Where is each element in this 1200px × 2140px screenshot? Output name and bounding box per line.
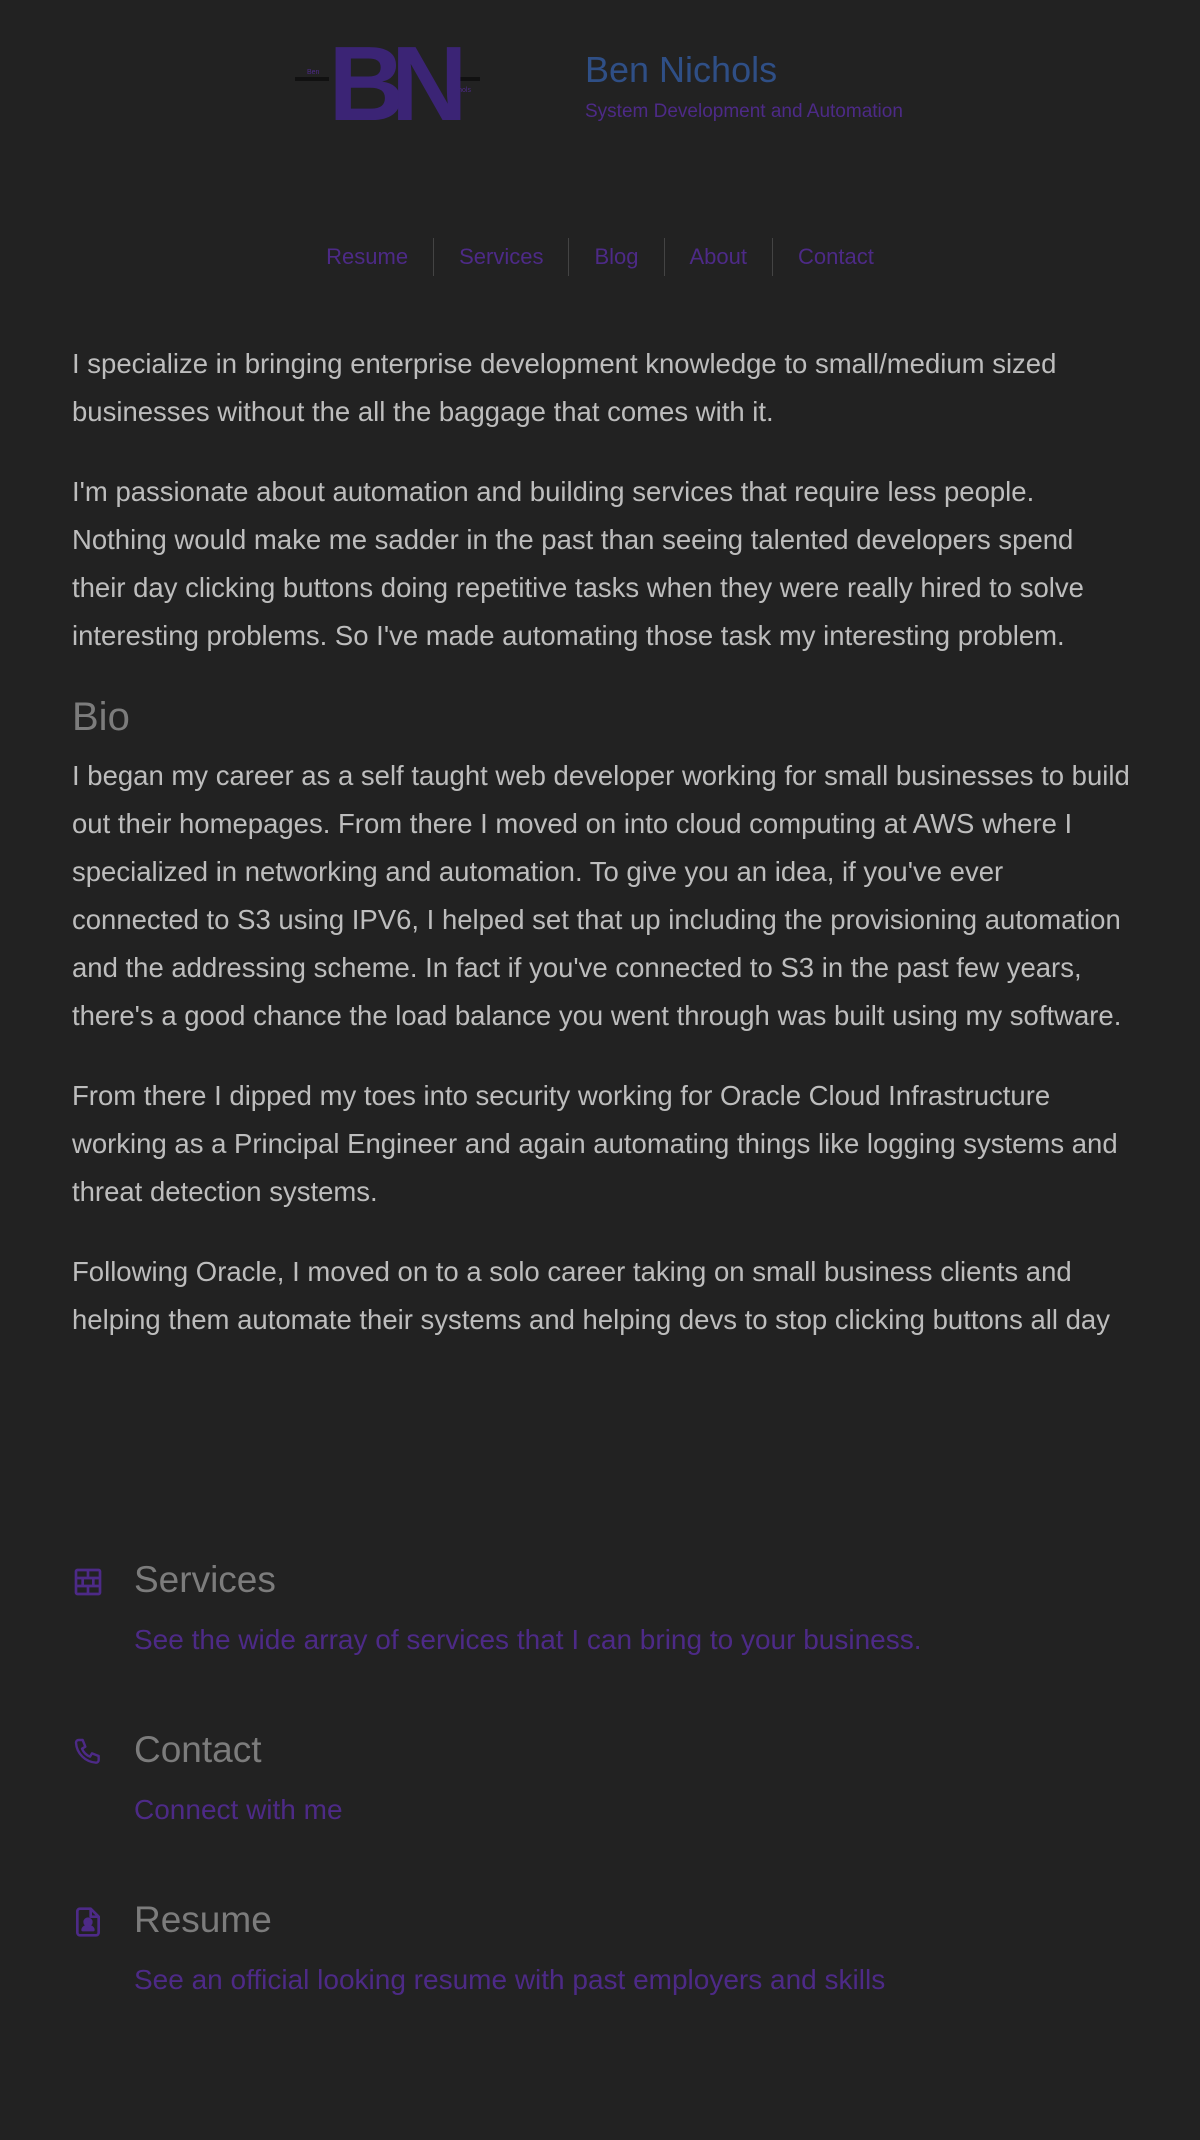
feature-services: Services See the wide array of services …: [72, 1556, 1132, 1726]
bio-paragraph-3: Following Oracle, I moved on to a solo c…: [72, 1256, 1110, 1335]
main-content: I specialize in bringing enterprise deve…: [72, 340, 1132, 1376]
bio-paragraph-1: I began my career as a self taught web d…: [72, 760, 1130, 1031]
nav-contact[interactable]: Contact: [773, 238, 899, 276]
feature-contact-link[interactable]: Connect with me: [134, 1792, 343, 1828]
main-nav: Resume Services Blog About Contact: [0, 238, 1200, 276]
site-header: Ben Nichols BN Ben Nichols System Develo…: [0, 0, 1200, 150]
nav-resume[interactable]: Resume: [301, 238, 433, 276]
feature-contact-title: Contact: [134, 1729, 262, 1770]
feature-resume-title: Resume: [134, 1899, 272, 1940]
logo-small-left: Ben: [307, 69, 320, 76]
file-user-icon: [76, 1907, 100, 1937]
logo[interactable]: Ben Nichols BN: [295, 40, 487, 126]
nav-about[interactable]: About: [665, 238, 773, 276]
intro-paragraph-2: I'm passionate about automation and buil…: [72, 476, 1084, 651]
nav-services[interactable]: Services: [434, 238, 568, 276]
phone-icon: [74, 1738, 100, 1764]
bio-paragraph-2: From there I dipped my toes into securit…: [72, 1080, 1118, 1207]
feature-list: Services See the wide array of services …: [72, 1556, 1132, 2066]
feature-services-title: Services: [134, 1559, 276, 1600]
feature-resume-link[interactable]: See an official looking resume with past…: [134, 1962, 885, 1998]
feature-contact: Contact Connect with me: [72, 1726, 1132, 1896]
logo-text: BN: [328, 40, 461, 126]
feature-services-link[interactable]: See the wide array of services that I ca…: [134, 1622, 922, 1658]
feature-resume: Resume See an official looking resume wi…: [72, 1896, 1132, 2066]
intro-paragraph-1: I specialize in bringing enterprise deve…: [72, 348, 1057, 427]
bio-heading: Bio: [72, 695, 130, 739]
site-title[interactable]: Ben Nichols: [585, 48, 903, 92]
site-subtitle: System Development and Automation: [585, 101, 903, 122]
brick-wall-icon: [74, 1568, 102, 1596]
nav-blog[interactable]: Blog: [569, 238, 663, 276]
brand: Ben Nichols System Development and Autom…: [585, 48, 903, 124]
